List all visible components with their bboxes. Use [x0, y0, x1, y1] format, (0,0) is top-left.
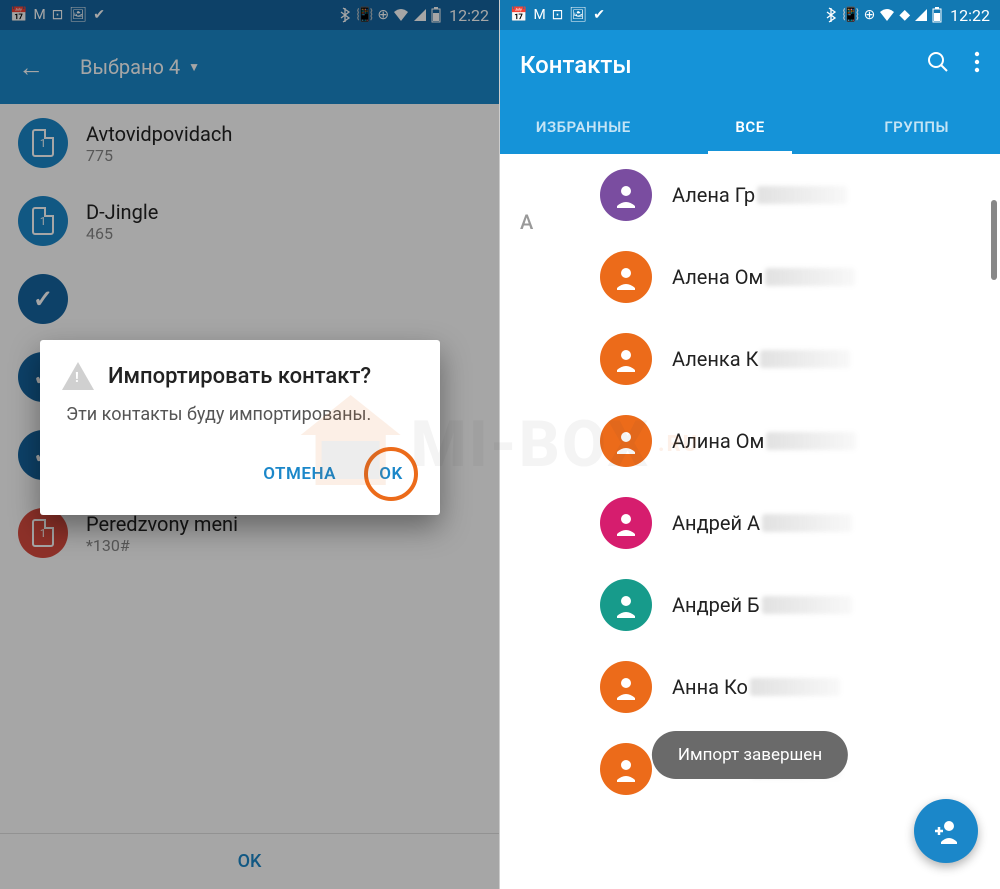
add-person-icon [931, 816, 961, 846]
tab-favorites[interactable]: ИЗБРАННЫЕ [500, 100, 667, 154]
status-bar: 📅 M ⊡ 🖼 ✔ 📳 ⊕ ◆ [500, 0, 1000, 30]
person-avatar-icon [600, 579, 652, 631]
dialog-body: Эти контакты буду импортированы. [66, 404, 418, 425]
import-confirm-dialog: Импортировать контакт? Эти контакты буду… [40, 340, 440, 515]
contact-name: Алена Ом [672, 265, 855, 289]
person-avatar-icon [600, 251, 652, 303]
ok-button-highlight: OK [364, 447, 418, 501]
list-item[interactable]: Аленка К [500, 318, 1000, 400]
status-vibrate-icon: 📳 [842, 7, 859, 23]
person-avatar-icon [600, 661, 652, 713]
tab-groups[interactable]: ГРУППЫ [833, 100, 1000, 154]
ok-button[interactable]: OK [379, 464, 403, 484]
phone-screenshot-right: 📅 M ⊡ 🖼 ✔ 📳 ⊕ ◆ [500, 0, 1000, 889]
person-avatar-icon [600, 497, 652, 549]
contact-name: Алена Гр [672, 183, 847, 207]
status-wifi-icon [879, 8, 895, 22]
cancel-button[interactable]: ОТМЕНА [263, 464, 336, 484]
contact-name: Аленка К [672, 347, 850, 371]
list-item[interactable]: Алена Ом [500, 236, 1000, 318]
contacts-list[interactable]: А Алена Гр Алена Ом Аленка К Алина Ом Андрей… [500, 154, 1000, 810]
appbar-title: Контакты [520, 51, 902, 79]
contacts-appbar: Контакты [500, 30, 1000, 100]
contact-name: Андрей Б [672, 593, 852, 617]
status-time: 12:22 [950, 6, 990, 25]
add-contact-fab[interactable] [914, 799, 978, 863]
list-item[interactable]: Алена Гр [500, 154, 1000, 236]
list-item[interactable]: Андрей А [500, 482, 1000, 564]
import-complete-toast: Импорт завершен [652, 731, 848, 779]
person-avatar-icon [600, 743, 652, 795]
scrollbar-thumb[interactable] [991, 200, 997, 280]
contact-name: Алина Ом [672, 429, 856, 453]
list-item[interactable]: Андрей Б [500, 564, 1000, 646]
status-image-icon: 🖼 [569, 7, 587, 23]
section-index-letter: А [520, 210, 533, 234]
contact-name: Андрей А [672, 511, 852, 535]
contact-name: Анна Ко [672, 675, 840, 699]
person-avatar-icon [600, 415, 652, 467]
status-app-icon: ⊡ [552, 7, 564, 23]
list-item[interactable]: Анна Ко [500, 646, 1000, 728]
list-item[interactable]: Алина Ом [500, 400, 1000, 482]
search-icon[interactable] [926, 50, 950, 80]
warning-icon [62, 362, 94, 390]
person-avatar-icon [600, 169, 652, 221]
status-battery-icon [932, 7, 942, 23]
tab-all[interactable]: ВСЕ [667, 100, 834, 154]
contacts-tabs: ИЗБРАННЫЕ ВСЕ ГРУППЫ [500, 100, 1000, 154]
status-bluetooth-icon [826, 7, 838, 23]
person-avatar-icon [600, 333, 652, 385]
dialog-title: Импортировать контакт? [108, 364, 371, 389]
status-gmail-icon: M [533, 7, 545, 23]
status-calendar-icon: 📅 [510, 7, 527, 23]
status-location-icon: ◆ [899, 7, 910, 23]
status-clock-icon: ⊕ [864, 7, 876, 23]
status-check-icon: ✔ [593, 7, 605, 23]
phone-screenshot-left: 📅 M ⊡ 🖼 ✔ 📳 ⊕ [0, 0, 500, 889]
overflow-menu-icon[interactable] [974, 51, 980, 79]
status-signal-icon [914, 8, 928, 22]
